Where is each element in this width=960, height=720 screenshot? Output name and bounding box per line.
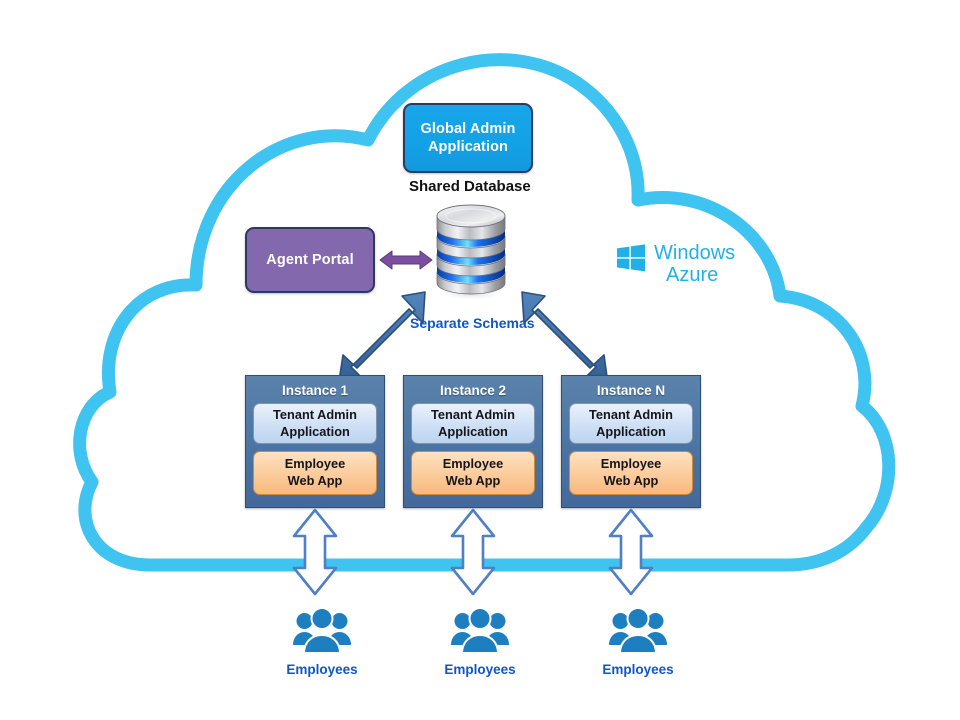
shared-database-caption: Shared Database xyxy=(409,178,531,195)
instance-title: Instance 2 xyxy=(439,383,507,398)
employees-label: Employees xyxy=(444,662,516,677)
people-group-icon xyxy=(293,608,351,654)
employee-web-app-box[interactable]: Employee Web App xyxy=(411,451,535,495)
tenant-admin-line2: Application xyxy=(596,423,666,439)
instance-box-n[interactable]: Instance N Tenant Admin Application Empl… xyxy=(561,375,701,508)
employee-app-line1: Employee xyxy=(284,456,346,472)
separate-schemas-note: Separate Schemas xyxy=(410,315,535,331)
employee-app-line2: Web App xyxy=(603,473,659,488)
employees-group-n: Employees xyxy=(578,608,698,677)
instance-box-2[interactable]: Instance 2 Tenant Admin Application Empl… xyxy=(403,375,543,508)
tenant-admin-line1: Tenant Admin xyxy=(431,406,515,422)
windows-logo-icon xyxy=(617,244,645,272)
instance-title: Instance 1 xyxy=(281,383,349,398)
windows-azure-logo: Windows Azure xyxy=(616,242,736,286)
global-admin-label-line2: Application xyxy=(427,139,509,155)
global-admin-application-box[interactable]: Global Admin Application xyxy=(403,103,533,173)
employee-app-line2: Web App xyxy=(287,473,343,488)
azure-wordmark-line1: Windows xyxy=(654,242,736,264)
employee-app-line2: Web App xyxy=(445,473,501,488)
tenant-admin-line2: Application xyxy=(280,423,350,439)
global-admin-label-line1: Global Admin xyxy=(420,120,516,137)
employee-app-line1: Employee xyxy=(442,456,504,472)
tenant-admin-line2: Application xyxy=(438,423,508,439)
tenant-admin-line1: Tenant Admin xyxy=(589,406,673,422)
diagram-canvas: Global Admin Application Shared Database xyxy=(0,0,960,720)
agent-portal-box[interactable]: Agent Portal xyxy=(245,227,375,293)
instance-box-1[interactable]: Instance 1 Tenant Admin Application Empl… xyxy=(245,375,385,508)
tenant-admin-line1: Tenant Admin xyxy=(273,406,357,422)
employees-label: Employees xyxy=(602,662,674,677)
people-group-icon xyxy=(451,608,509,654)
instance-title: Instance N xyxy=(596,383,666,398)
people-group-icon xyxy=(609,608,667,654)
employee-web-app-box[interactable]: Employee Web App xyxy=(253,451,377,495)
tenant-admin-application-box[interactable]: Tenant Admin Application xyxy=(411,403,535,444)
employee-web-app-box[interactable]: Employee Web App xyxy=(569,451,693,495)
employees-label: Employees xyxy=(286,662,358,677)
agent-portal-label: Agent Portal xyxy=(266,251,354,268)
tenant-admin-application-box[interactable]: Tenant Admin Application xyxy=(569,403,693,444)
database-cylinder-icon xyxy=(435,204,507,301)
tenant-admin-application-box[interactable]: Tenant Admin Application xyxy=(253,403,377,444)
arrow-db-to-instance-1 xyxy=(337,291,426,386)
azure-wordmark-line2: Azure xyxy=(666,263,719,286)
employees-group-1: Employees xyxy=(262,608,382,677)
employee-app-line1: Employee xyxy=(600,456,662,472)
arrow-db-to-instance-n xyxy=(521,291,609,385)
employees-group-2: Employees xyxy=(420,608,540,677)
azure-wordmark: Windows Azure xyxy=(654,242,736,286)
